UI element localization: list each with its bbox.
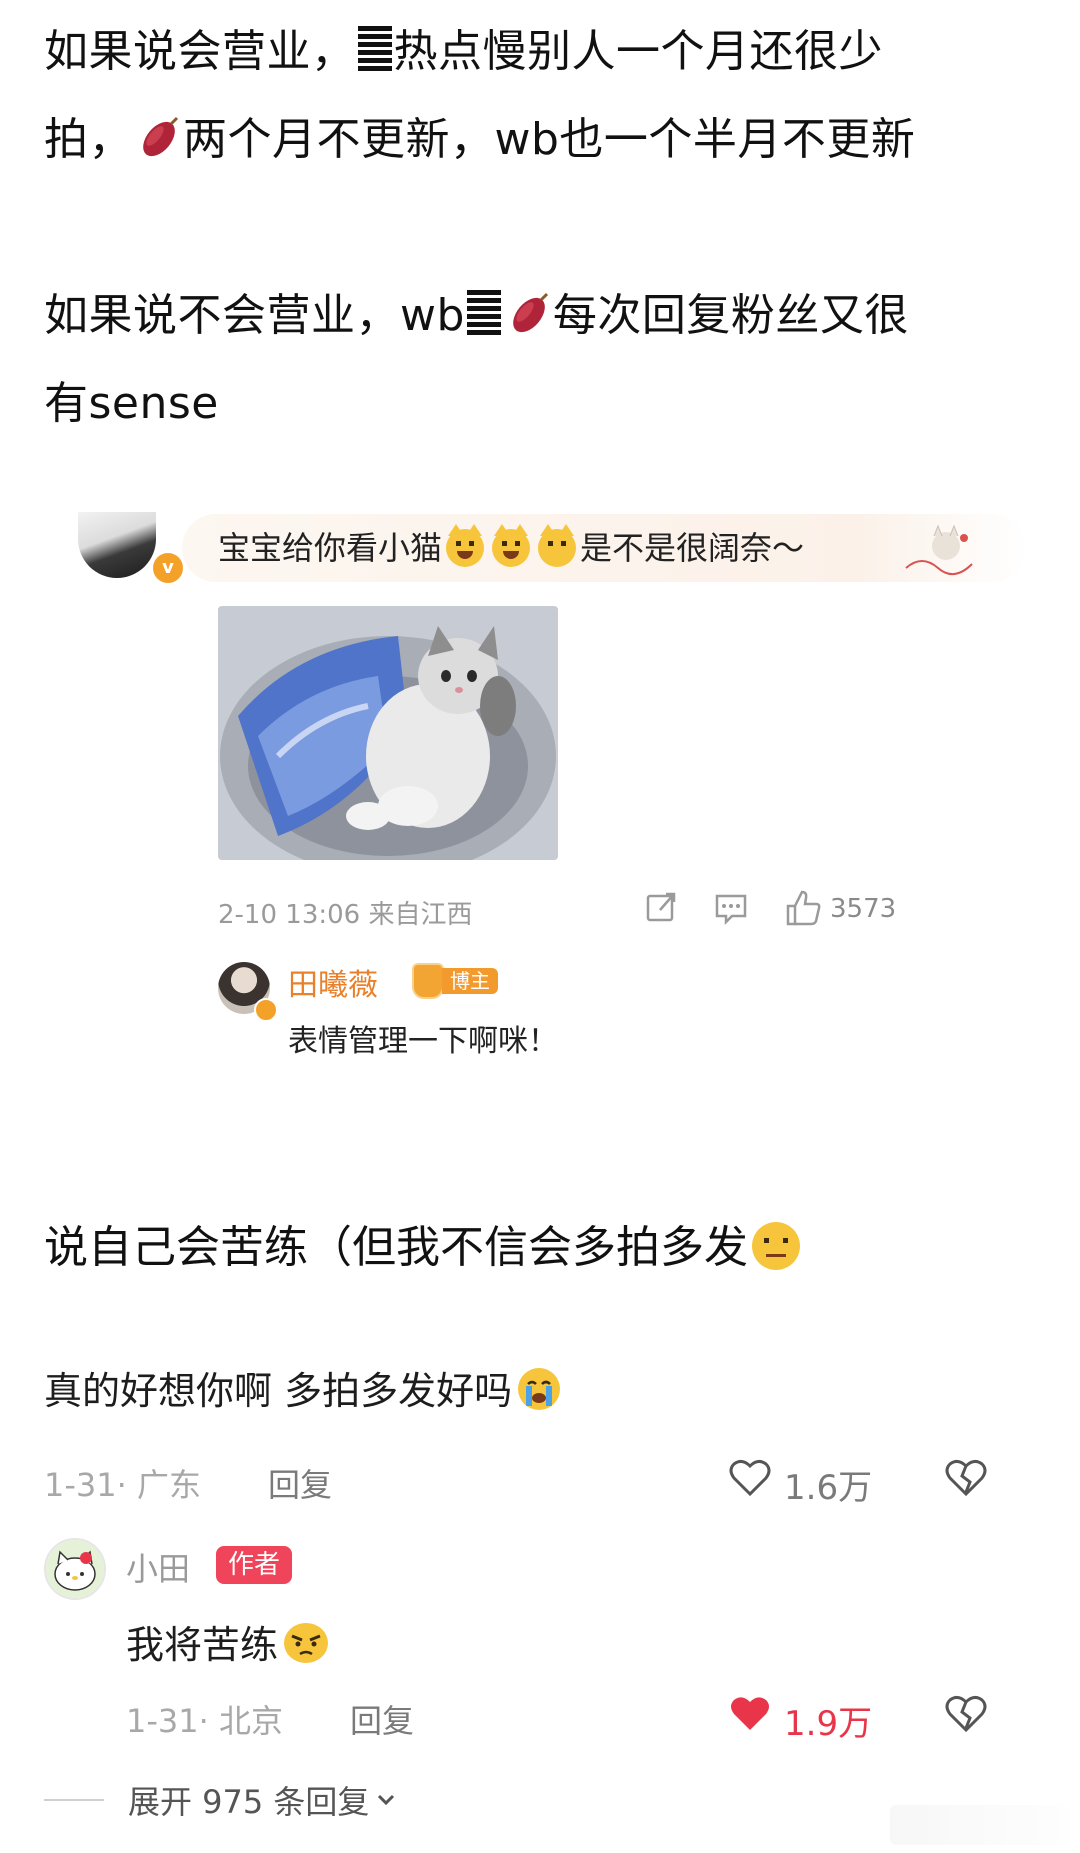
reply-meta: 1-31· 北京 回复 1.9万 (126, 1688, 1006, 1744)
hello-kitty-avatar-icon (46, 1540, 104, 1598)
expand-replies-button[interactable]: 展开 975 条回复 (44, 1776, 397, 1824)
post-text-segment: 热点慢别人一个月还很少 (393, 26, 883, 77)
author-badge: 作者 (216, 1546, 293, 1584)
like-count: 3573 (830, 894, 897, 924)
comment-text-segment: 是不是很阔奈～ (580, 529, 805, 567)
medal-icon (412, 963, 444, 999)
like-count: 1.6万 (784, 1468, 873, 1508)
reply-date: 1-31· 北京 (126, 1702, 283, 1740)
post-line: 如果说会营业， 热点慢别人一个月还很少 (44, 8, 1054, 96)
blogger-reply: 田曦薇 博主 表情管理一下啊咪！ (218, 960, 998, 1070)
chevron-down-icon (378, 1794, 395, 1806)
dislike-broken-heart-icon[interactable] (944, 1692, 988, 1734)
reply-text: 我将苦练 (126, 1614, 330, 1669)
crying-emoji-icon (518, 1368, 561, 1410)
post-line: 有sense (44, 360, 1054, 448)
reply-text-segment: 我将苦练 (126, 1623, 279, 1667)
verified-badge-icon: v (150, 550, 186, 586)
comment-thread: 真的好想你啊 多拍多发好吗 1-31· 广东 回复 1.6万 小田 作者 我将苦… (44, 1360, 1044, 1840)
blogger-badge-label: 博主 (442, 968, 498, 994)
post-text-segment: 拍， (44, 114, 133, 165)
comment-text: 真的好想你啊 多拍多发好吗 (44, 1360, 562, 1415)
weibo-comment-card: v 宝宝给你看小猫 是不是很阔奈～ 2-10 13:06 来自江西 3573 田… (42, 512, 1038, 1134)
comment-text-segment: 真的好想你啊 多拍多发好吗 (44, 1369, 513, 1413)
avatar[interactable] (44, 1538, 106, 1600)
censor-bars-icon (466, 290, 501, 336)
like-button[interactable]: 1.6万 (728, 1452, 908, 1508)
post-line: 拍， 两个月不更新，wb也一个半月不更新 (44, 96, 1054, 184)
divider (44, 1799, 104, 1801)
thumbs-up-icon (786, 890, 821, 926)
grinning-cat-emoji-icon (492, 524, 531, 567)
post-text-segment: 每次回复粉丝又很 (552, 290, 909, 341)
post-text-segment: 有sense (44, 378, 219, 429)
comment-date: 1-31· 广东 (44, 1466, 201, 1504)
heart-filled-icon (731, 1697, 769, 1730)
avatar[interactable] (78, 512, 156, 578)
like-count: 1.9万 (784, 1704, 873, 1744)
blogger-badge: 博主 (412, 963, 498, 999)
username[interactable]: 田曦薇 (288, 960, 378, 1004)
username[interactable]: 小田 (126, 1544, 190, 1590)
verified-badge-icon (254, 998, 278, 1022)
censor-bars-icon (357, 26, 392, 72)
raised-eyebrow-emoji-icon (752, 1222, 800, 1270)
like-button[interactable]: 3573 (784, 888, 974, 928)
expand-replies-label: 展开 975 条回复 (128, 1783, 370, 1821)
post-text: 如果说会营业， 热点慢别人一个月还很少 拍， 两个月不更新，wb也一个半月不更新 如… (44, 8, 1054, 448)
watermark (890, 1805, 1070, 1845)
grinning-cat-emoji-icon (446, 524, 485, 567)
kissing-cat-emoji-icon (538, 524, 577, 567)
reply-button[interactable]: 回复 (350, 1696, 414, 1742)
comment-text: 宝宝给你看小猫 是不是很阔奈～ (218, 524, 805, 570)
like-button[interactable]: 1.9万 (728, 1688, 908, 1744)
post-line: 如果说不会营业，wb 每次回复粉丝又很 (44, 272, 1054, 360)
comment-icon[interactable] (712, 888, 750, 928)
reply-text: 表情管理一下啊咪！ (288, 1024, 558, 1059)
determined-emoji-icon (284, 1623, 329, 1663)
post-text-segment: 两个月不更新，wb也一个半月不更新 (183, 114, 916, 165)
author-reply: 小田 作者 我将苦练 1-31· 北京 回复 1.9万 (44, 1538, 1004, 1744)
kitten-photo[interactable] (218, 606, 558, 860)
post-text-segment: 如果说不会营业，wb (44, 290, 465, 341)
comment-text-segment: 宝宝给你看小猫 (218, 529, 443, 567)
timestamp: 2-10 13:06 来自江西 (218, 900, 473, 930)
sweet-potato-icon (143, 116, 179, 157)
share-icon[interactable] (642, 888, 680, 928)
heart-outline-icon (729, 1459, 771, 1497)
comment-meta: 1-31· 广东 回复 1.6万 (44, 1452, 1004, 1508)
cat-sticker-icon (905, 524, 973, 575)
post-text-segment: 如果说会营业， (44, 26, 356, 77)
post-text: 说自己会苦练（但我不信会多拍多发 (44, 1218, 804, 1278)
post-text-segment: 说自己会苦练（但我不信会多拍多发 (44, 1222, 748, 1273)
comment-meta: 2-10 13:06 来自江西 3573 (218, 888, 1038, 932)
reply-button[interactable]: 回复 (268, 1460, 332, 1506)
dislike-broken-heart-icon[interactable] (944, 1456, 988, 1498)
sweet-potato-icon (513, 292, 548, 333)
